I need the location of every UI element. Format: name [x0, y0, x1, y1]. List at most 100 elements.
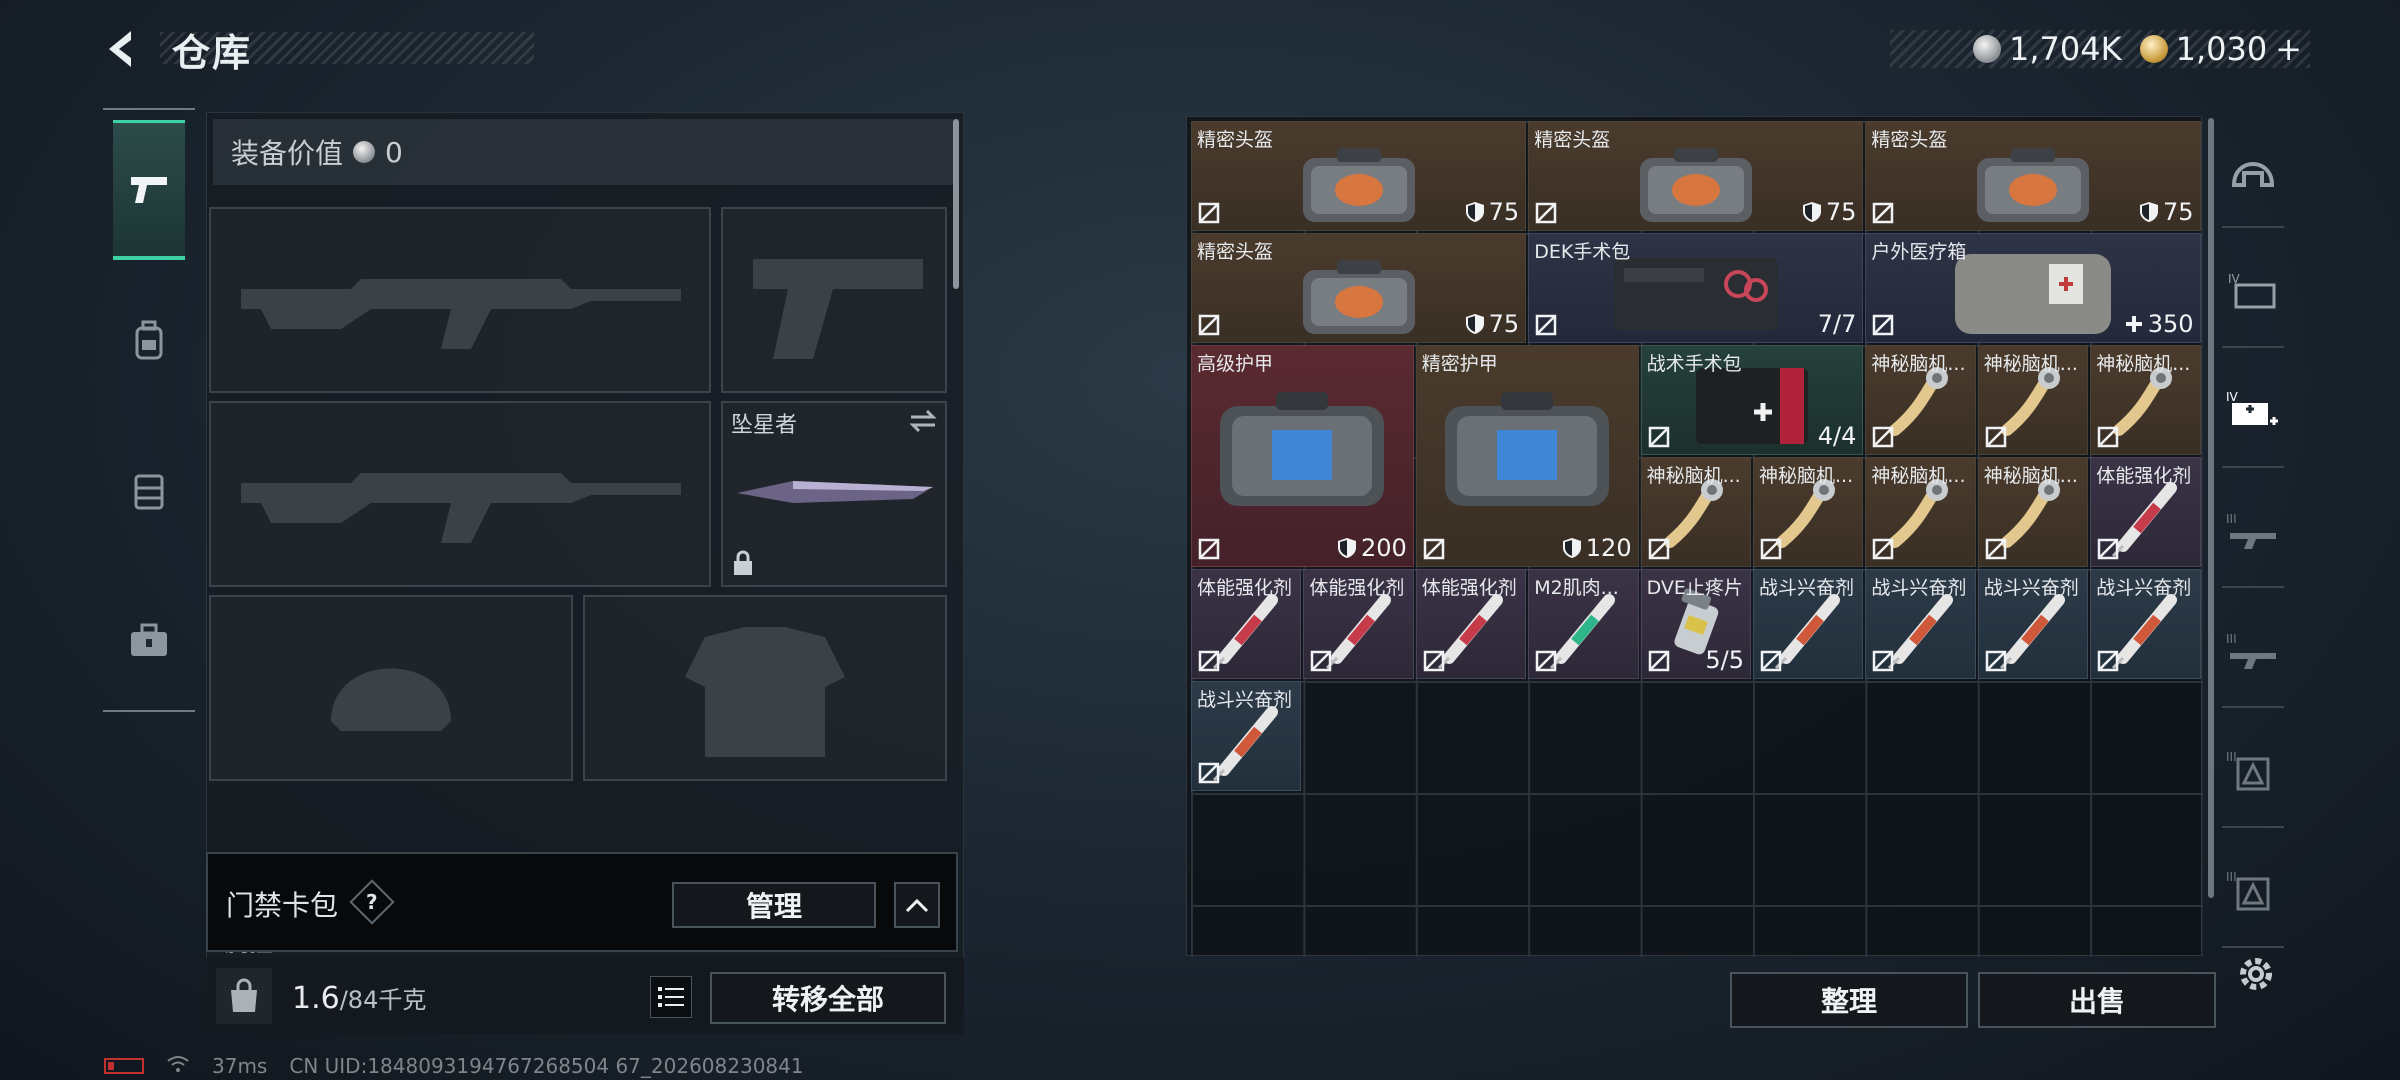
- item-value: 120: [1562, 534, 1632, 562]
- no-insure-icon: [1760, 538, 1782, 560]
- expand-button[interactable]: [894, 882, 940, 928]
- manage-button[interactable]: 管理: [672, 882, 876, 928]
- sell-button[interactable]: 出售: [1978, 972, 2216, 1028]
- gold-currency[interactable]: 1,030 +: [2139, 30, 2302, 68]
- tab-toolbox[interactable]: [113, 570, 185, 710]
- no-insure-icon: [1873, 650, 1894, 672]
- equipment-value-label: 装备价值: [231, 137, 344, 170]
- stash-item[interactable]: 高级护甲 200: [1191, 345, 1414, 567]
- item-value-text: 75: [1488, 198, 1520, 226]
- settings-button[interactable]: [2232, 950, 2280, 998]
- add-gold-button[interactable]: +: [2275, 30, 2302, 68]
- item-name: 精密头盔: [1871, 129, 1948, 151]
- item-value-text: 200: [1360, 534, 1407, 562]
- list-view-button[interactable]: [650, 976, 692, 1018]
- primary-weapon-slot[interactable]: [209, 207, 711, 393]
- keycard-pack-label: 门禁卡包: [226, 889, 339, 922]
- stash-item[interactable]: 战斗兴奋剂: [1753, 569, 1864, 679]
- helmet-slot[interactable]: [209, 595, 573, 781]
- equipment-scrollbar[interactable]: [953, 119, 959, 289]
- backpack-icon: [135, 320, 163, 360]
- tab-stash-tier-iii-weapons-b[interactable]: III: [2222, 596, 2284, 708]
- stash-item[interactable]: 体能强化剂: [1303, 569, 1414, 679]
- help-button[interactable]: ?: [349, 879, 395, 925]
- stash-item[interactable]: 体能强化剂: [2090, 457, 2201, 567]
- item-name: 战斗兴奋剂: [1759, 577, 1855, 599]
- no-insure-icon: [1985, 650, 2007, 672]
- stash-item[interactable]: 战斗兴奋剂: [1865, 569, 1976, 679]
- tab-weapons[interactable]: [113, 120, 185, 260]
- stash-item[interactable]: 体能强化剂: [1415, 569, 1527, 679]
- secondary-weapon-slot[interactable]: [209, 401, 711, 587]
- back-button[interactable]: [100, 26, 146, 72]
- pistol-icon: [131, 176, 167, 203]
- tab-vest[interactable]: [113, 420, 185, 560]
- item-value-text: 4/4: [1817, 422, 1857, 450]
- stash-item[interactable]: 精密头盔 75: [1528, 121, 1864, 231]
- stash-item[interactable]: 神秘脑机...: [1753, 457, 1864, 567]
- stash-item[interactable]: 战术手术包 4/4: [1640, 345, 1864, 455]
- stash-item[interactable]: 精密头盔 75: [1191, 233, 1527, 343]
- stash-grid: 精密头盔 75 精密头盔 75 精密头盔 75 精密头盔 75 DEK手术包 7/7 户外医疗箱 35…: [1186, 116, 2203, 957]
- stash-item[interactable]: 战斗兴奋剂: [1191, 681, 1302, 791]
- item-name: 神秘脑机...: [2096, 353, 2191, 375]
- stash-item[interactable]: 神秘脑机...: [1865, 457, 1976, 567]
- no-insure-icon: [1985, 538, 2007, 560]
- melee-slot[interactable]: 坠星者: [721, 401, 947, 587]
- item-name: DVE止疼片: [1646, 577, 1743, 599]
- ping: 37ms: [212, 1054, 268, 1078]
- armor-slot[interactable]: [583, 595, 947, 781]
- item-name: 体能强化剂: [1197, 577, 1293, 599]
- no-insure-icon: [1873, 314, 1894, 336]
- item-name: 神秘脑机...: [1871, 353, 1966, 375]
- stash-item[interactable]: 神秘脑机...: [1977, 345, 2089, 455]
- stash-item[interactable]: DEK手术包 7/7: [1528, 233, 1864, 343]
- stash-item[interactable]: 户外医疗箱 350: [1865, 233, 2201, 343]
- tab-stash-tier-iii-armor-a[interactable]: III: [2222, 716, 2284, 828]
- item-value: 4/4: [1818, 422, 1857, 450]
- stash-item[interactable]: M2肌肉...: [1528, 569, 1639, 679]
- stash-item[interactable]: DVE止疼片 5/5: [1640, 569, 1751, 679]
- tab-backpack[interactable]: [113, 270, 185, 410]
- page-title: 仓库: [172, 31, 253, 75]
- stash-item[interactable]: 神秘脑机...: [1640, 457, 1751, 567]
- no-insure-icon: [1198, 762, 1220, 784]
- tier-iv-case-icon: IV: [2228, 272, 2276, 309]
- no-insure-icon: [1535, 314, 1557, 336]
- tab-stash-tier-iv-cases[interactable]: IV: [2222, 236, 2284, 348]
- stash-item[interactable]: 战斗兴奋剂: [1977, 569, 2089, 679]
- stash-item[interactable]: 神秘脑机...: [2090, 345, 2201, 455]
- stash-item[interactable]: 体能强化剂: [1191, 569, 1302, 679]
- no-insure-icon: [1760, 650, 1782, 672]
- helmet-bag-image: [1302, 148, 1415, 222]
- stash-item[interactable]: 精密头盔 75: [1191, 121, 1527, 231]
- equipment-value: 装备价值 0: [213, 119, 953, 185]
- no-insure-icon: [1311, 650, 1332, 672]
- melee-label: 坠星者: [731, 413, 798, 438]
- stash-item[interactable]: 精密头盔 75: [1865, 121, 2201, 231]
- stash-scrollbar[interactable]: [2208, 118, 2214, 898]
- vest-icon: [134, 474, 164, 510]
- item-name: 战斗兴奋剂: [1197, 689, 1293, 711]
- silver-coin-icon: [1972, 35, 2001, 63]
- tab-stash-tier-iv-medkits[interactable]: IV: [2222, 356, 2284, 468]
- tab-stash-tier-iii-weapons-a[interactable]: III: [2222, 476, 2284, 588]
- stash-item[interactable]: 战斗兴奋剂: [2090, 569, 2201, 679]
- tab-stash-helmets[interactable]: [2222, 116, 2284, 228]
- tab-stash-tier-iii-armor-b[interactable]: III: [2222, 836, 2284, 948]
- no-insure-icon: [2097, 426, 2119, 448]
- item-value-text: 5/5: [1705, 646, 1744, 674]
- stash-item[interactable]: 精密护甲 120: [1415, 345, 1639, 567]
- no-insure-icon: [1985, 426, 2007, 448]
- shield-icon: [1465, 202, 1484, 222]
- swap-icon[interactable]: [909, 409, 937, 433]
- pistol-slot[interactable]: [721, 207, 947, 393]
- item-value: 75: [1802, 198, 1856, 226]
- item-name: 精密头盔: [1534, 129, 1611, 151]
- lock-icon: [734, 550, 752, 575]
- stash-item[interactable]: 神秘脑机...: [1977, 457, 2089, 567]
- sort-button[interactable]: 整理: [1730, 972, 1968, 1028]
- transfer-all-button[interactable]: 转移全部: [710, 972, 946, 1024]
- stash-item[interactable]: 神秘脑机...: [1865, 345, 1976, 455]
- item-value-text: 120: [1585, 534, 1632, 562]
